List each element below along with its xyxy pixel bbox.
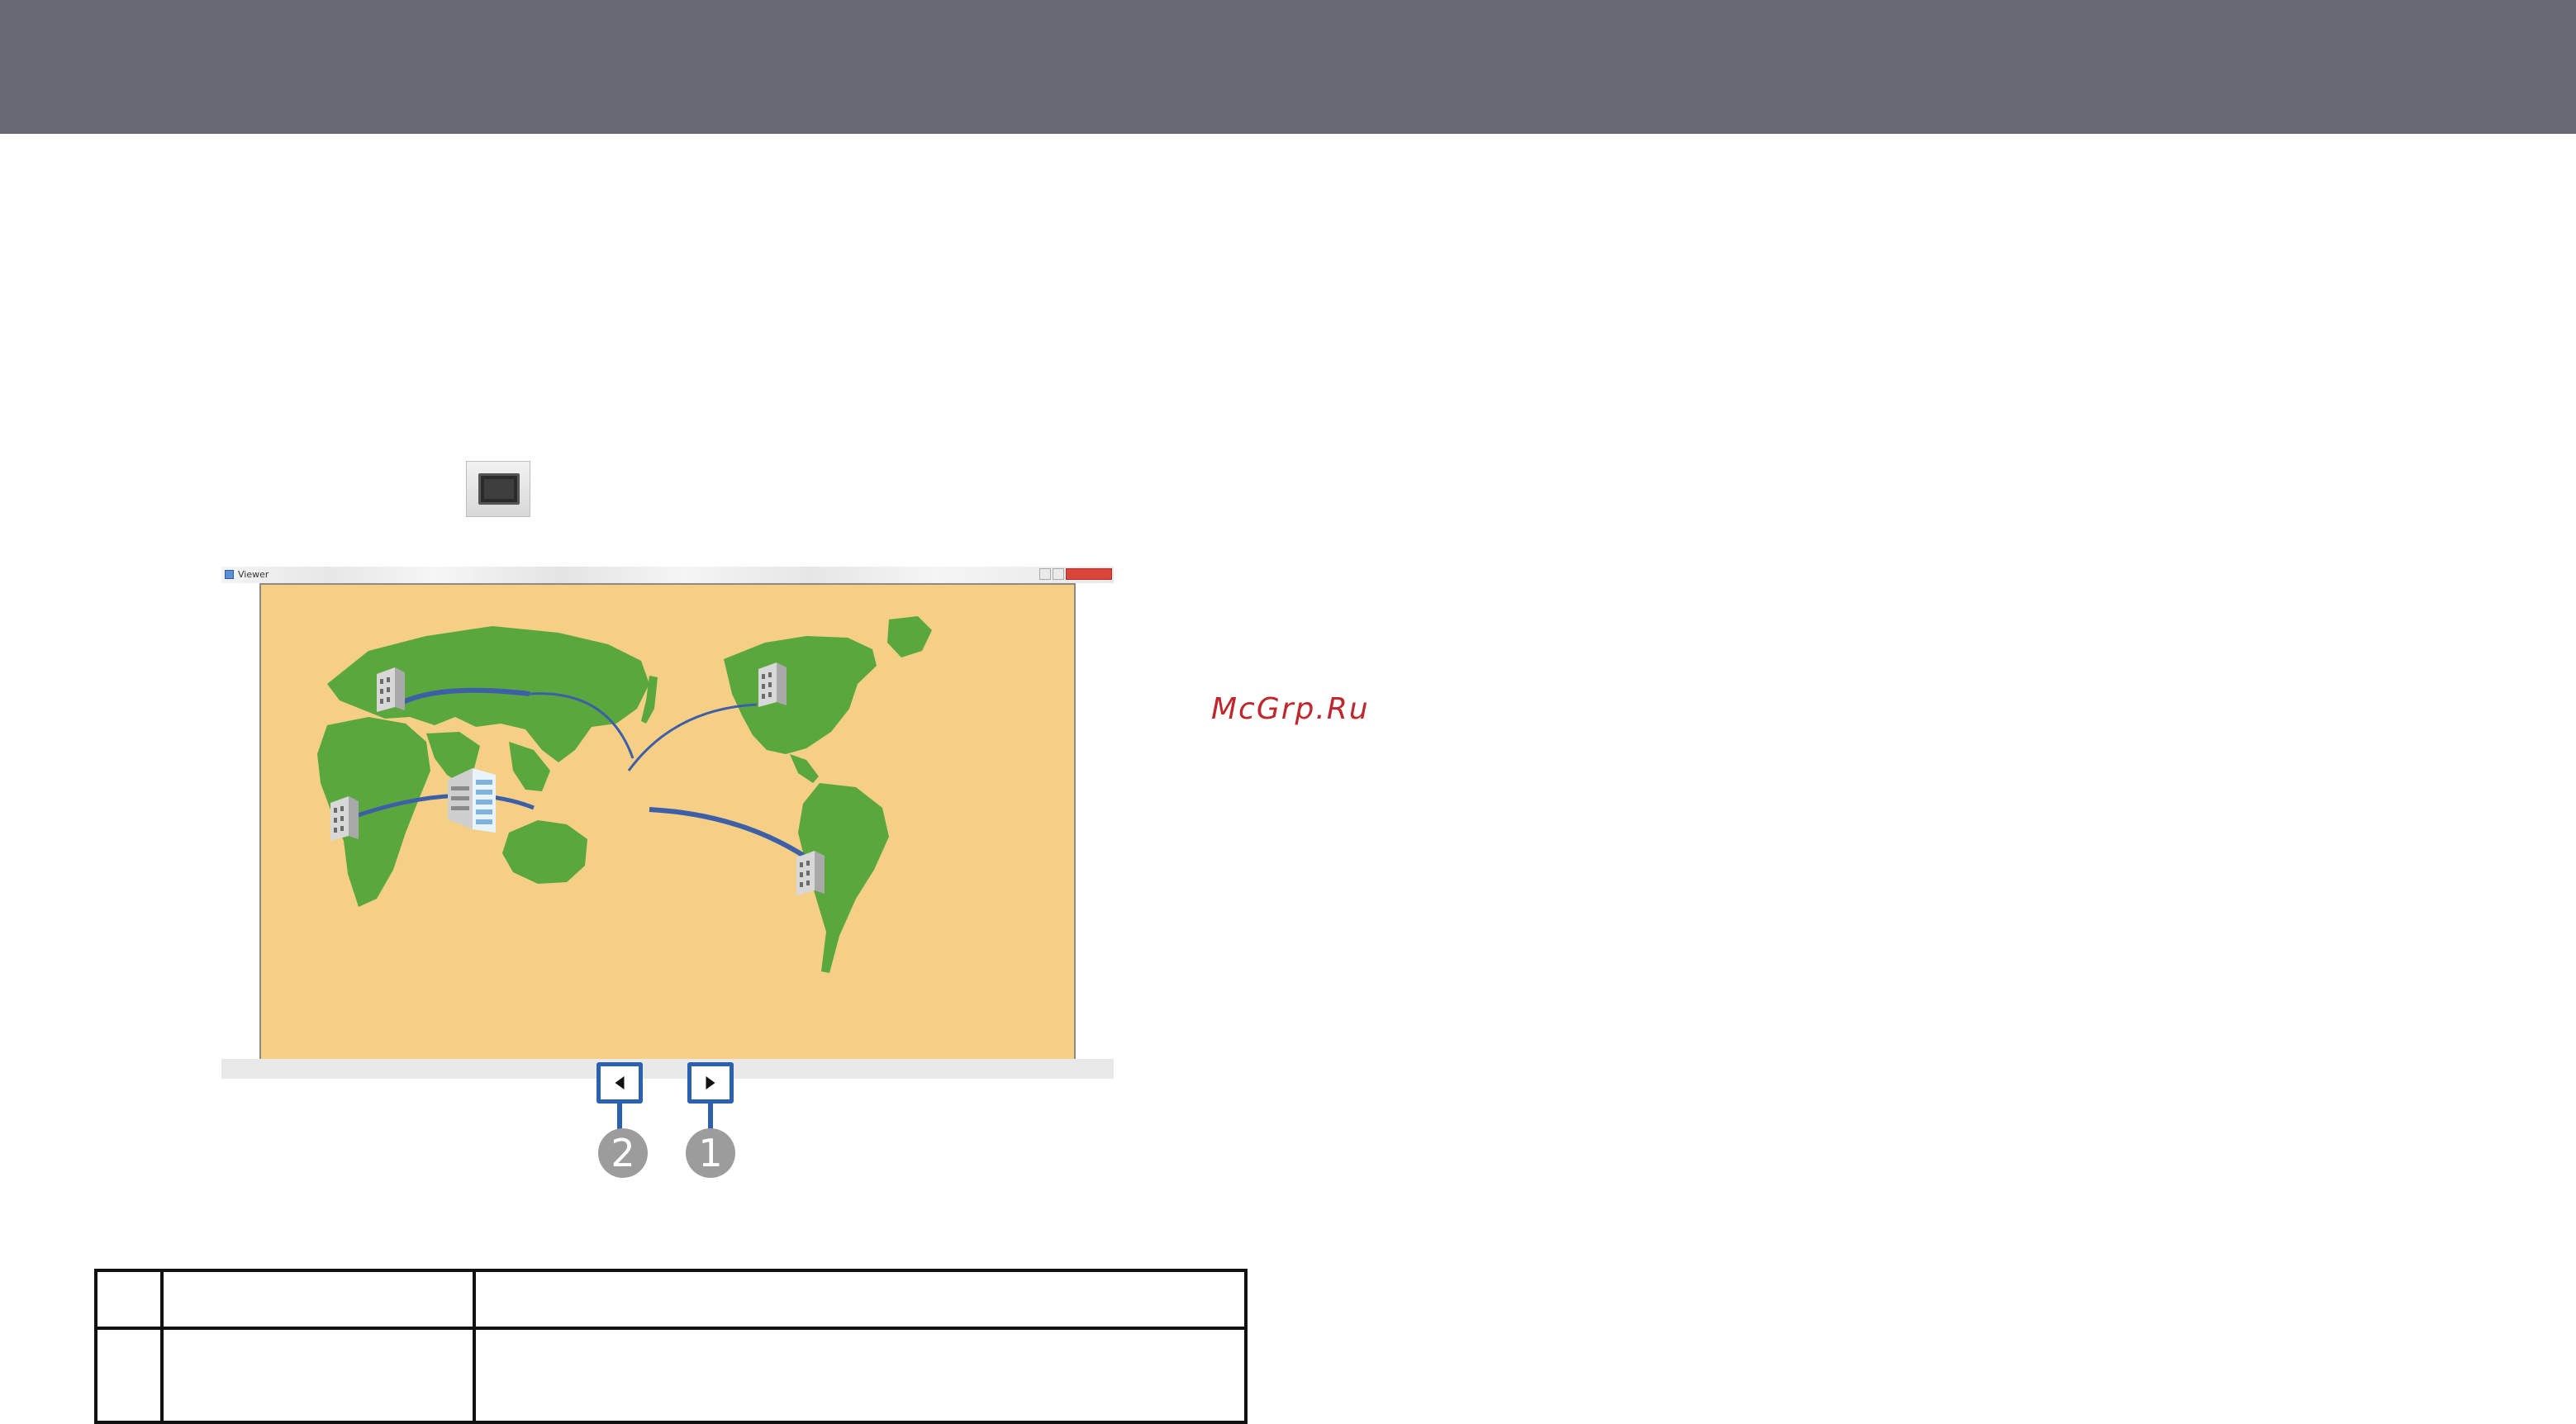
description-table — [94, 1269, 1248, 1424]
table-cell — [160, 1269, 476, 1330]
table-cell — [94, 1269, 164, 1330]
table-header-row — [94, 1269, 1248, 1330]
building-africa-icon — [330, 796, 359, 841]
table-cell — [94, 1327, 164, 1424]
callout-number-next: 1 — [686, 1128, 735, 1178]
table-row — [94, 1327, 1248, 1424]
world-map-illustration — [317, 616, 932, 973]
world-map-land — [317, 616, 932, 973]
callout-line-next — [708, 1104, 713, 1132]
building-north-america-icon — [758, 662, 787, 707]
page-header-bar — [0, 0, 2576, 134]
headquarters-building-icon — [448, 768, 496, 833]
close-button[interactable] — [1066, 568, 1112, 580]
watermark: McGrp.Ru — [1211, 692, 1370, 726]
next-page-button[interactable] — [687, 1062, 734, 1104]
viewer-body — [221, 583, 1114, 1095]
callout-number-previous: 2 — [598, 1128, 648, 1178]
viewer-toolbar-button[interactable] — [466, 461, 530, 517]
triangle-right-icon — [706, 1076, 715, 1089]
building-europe-icon — [377, 667, 405, 712]
table-cell — [473, 1327, 1248, 1424]
maximize-button[interactable] — [1053, 568, 1064, 580]
callout-line-previous — [617, 1104, 622, 1132]
viewer-window: Viewer — [221, 567, 1114, 1095]
table-cell — [473, 1269, 1248, 1330]
viewer-footer-bar — [221, 1059, 1114, 1079]
viewer-title: Viewer — [238, 569, 269, 580]
slide-image — [259, 583, 1076, 1072]
table-cell — [160, 1327, 476, 1424]
building-south-america-icon — [796, 851, 825, 895]
previous-page-button[interactable] — [596, 1062, 643, 1104]
viewer-titlebar: Viewer — [221, 567, 1114, 583]
monitor-icon — [478, 473, 520, 505]
viewer-app-icon — [225, 570, 234, 579]
triangle-left-icon — [615, 1076, 625, 1089]
minimize-button[interactable] — [1039, 568, 1051, 580]
